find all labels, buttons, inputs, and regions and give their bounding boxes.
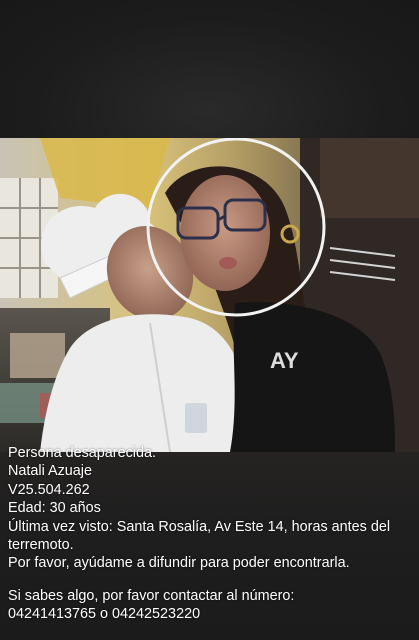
caption-line-last-seen: Última vez visto: Santa Rosalía, Av Este… [8, 518, 391, 554]
caption-line-contact: Si sabes algo, por favor contactar al nú… [8, 587, 295, 604]
missing-person-photo: AY [0, 138, 419, 452]
post-caption: Persona desaparecida. Natali Azuaje V25.… [8, 444, 413, 624]
caption-line-phones: 04241413765 o 04242523220 [8, 606, 201, 623]
caption-line-please-share: Por favor, ayúdame a difundir para poder… [8, 555, 350, 572]
top-blurred-background [0, 0, 419, 138]
svg-text:AY: AY [270, 348, 299, 373]
caption-line-age: Edad: 30 años [8, 500, 101, 517]
caption-line-id: V25.504.262 [8, 481, 90, 498]
caption-line-missing: Persona desaparecida. [8, 445, 157, 461]
photo-image-icon: AY [0, 138, 419, 452]
story-screen: AY Persona desaparecida. Natali Azuaje V… [0, 0, 419, 640]
caption-line-name: Natali Azuaje [8, 463, 92, 480]
